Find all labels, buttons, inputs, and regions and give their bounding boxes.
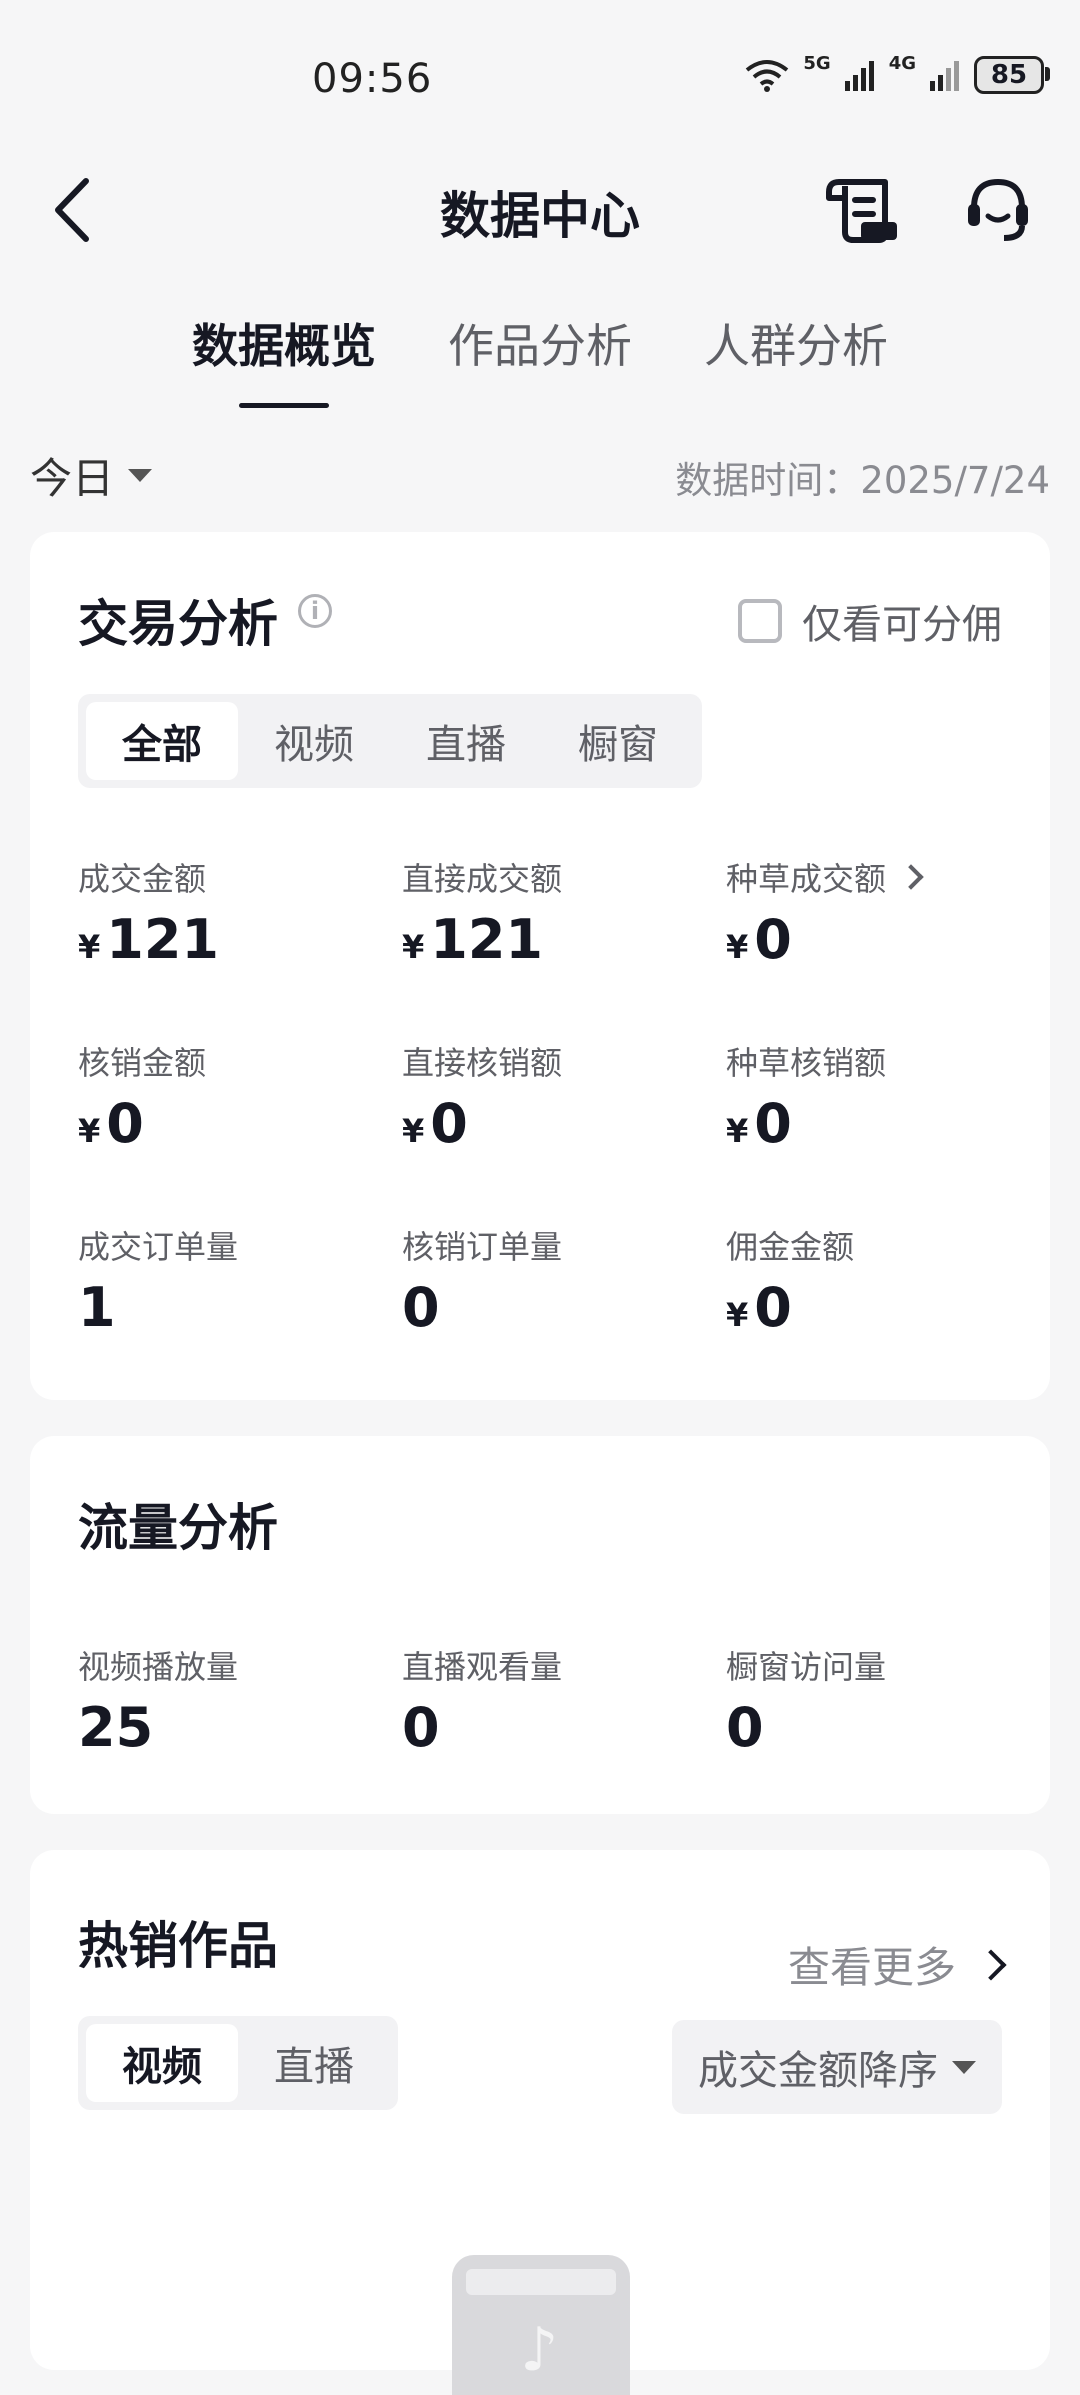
trade-analysis-title: 交易分析 xyxy=(78,595,278,653)
metric-seeding-verified[interactable]: 种草核销额 ¥0 xyxy=(726,1038,1046,1155)
caret-down-icon xyxy=(952,2060,976,2074)
metric-live-views[interactable]: 直播观看量 0 xyxy=(402,1642,722,1759)
metric-value: 0 xyxy=(726,1696,764,1759)
metric-label: 成交金额 xyxy=(78,860,207,898)
metric-label: 种草成交额 xyxy=(726,860,887,898)
currency-symbol: ¥ xyxy=(78,1112,101,1150)
commission-only-toggle[interactable]: 仅看可分佣 xyxy=(738,592,1002,650)
checkbox[interactable] xyxy=(738,599,782,643)
metric-label: 直接核销额 xyxy=(402,1044,563,1082)
metric-label: 橱窗访问量 xyxy=(726,1648,887,1686)
headset-icon xyxy=(968,178,1028,241)
empty-state-icon xyxy=(452,2255,630,2395)
sort-dropdown[interactable]: 成交金额降序 xyxy=(672,2020,1002,2114)
segment-live[interactable]: 直播 xyxy=(238,2024,390,2102)
traffic-analysis-card: 流量分析 视频播放量 25 直播观看量 0 橱窗访问量 0 xyxy=(30,1436,1050,1814)
signal-icon xyxy=(844,61,874,91)
tab-overview[interactable]: 数据概览 xyxy=(192,310,376,408)
segment-showcase[interactable]: 橱窗 xyxy=(542,702,694,780)
metric-label: 视频播放量 xyxy=(78,1648,239,1686)
metric-value: 0 xyxy=(106,1092,144,1155)
metric-orders[interactable]: 成交订单量 1 xyxy=(78,1222,398,1339)
chevron-left-icon xyxy=(55,178,89,242)
status-icons: 5G 4G 85 xyxy=(745,52,1050,94)
period-label: 今日 xyxy=(30,454,115,503)
metric-value: 0 xyxy=(430,1092,468,1155)
metric-label: 直接成交额 xyxy=(402,860,563,898)
signal-icon xyxy=(930,61,959,91)
metric-label: 核销订单量 xyxy=(402,1228,563,1266)
segment-video[interactable]: 视频 xyxy=(238,702,390,780)
customer-service-button[interactable] xyxy=(958,170,1038,250)
tab-audience-analysis[interactable]: 人群分析 xyxy=(704,310,888,396)
trade-analysis-card: 交易分析 i 仅看可分佣 全部 视频 直播 橱窗 成交金额 ¥121 直接成交额… xyxy=(30,532,1050,1400)
caret-down-icon xyxy=(128,469,153,482)
segment-video[interactable]: 视频 xyxy=(86,2024,238,2102)
metric-direct-verified[interactable]: 直接核销额 ¥0 xyxy=(402,1038,722,1155)
segment-live[interactable]: 直播 xyxy=(390,702,542,780)
commission-only-label: 仅看可分佣 xyxy=(802,602,1002,648)
traffic-analysis-title: 流量分析 xyxy=(78,1499,278,1557)
main-tabs: 数据概览 作品分析 人群分析 xyxy=(0,310,1080,408)
wifi-icon xyxy=(746,60,789,92)
metric-label: 核销金额 xyxy=(78,1044,207,1082)
sort-label: 成交金额降序 xyxy=(698,2048,938,2094)
currency-symbol: ¥ xyxy=(726,1112,749,1150)
metric-video-views[interactable]: 视频播放量 25 xyxy=(78,1642,398,1759)
metric-verified-orders[interactable]: 核销订单量 0 xyxy=(402,1222,722,1339)
info-icon[interactable]: i xyxy=(298,594,332,628)
metric-commission[interactable]: 佣金金额 ¥0 xyxy=(726,1222,1046,1339)
metric-label: 直播观看量 xyxy=(402,1648,563,1686)
hot-segment-control: 视频 直播 xyxy=(78,2016,398,2110)
metric-value: 0 xyxy=(402,1276,440,1339)
period-dropdown[interactable]: 今日 xyxy=(30,445,153,506)
metric-value: 0 xyxy=(754,908,792,971)
back-button[interactable] xyxy=(50,170,120,250)
metric-value: 121 xyxy=(430,908,543,971)
battery-level: 85 xyxy=(990,60,1028,90)
metric-seeding-gmv[interactable]: 种草成交额 ¥0 xyxy=(726,854,1046,971)
order-list-button[interactable] xyxy=(822,170,902,250)
data-time: 数据时间：2025/7/24 xyxy=(675,459,1050,502)
status-time: 09:56 xyxy=(312,56,433,102)
receipt-icon xyxy=(826,179,897,243)
trade-segment-control: 全部 视频 直播 橱窗 xyxy=(78,694,702,788)
currency-symbol: ¥ xyxy=(402,1112,425,1150)
currency-symbol: ¥ xyxy=(402,928,425,966)
hot-works-card: 热销作品 查看更多 视频 直播 成交金额降序 xyxy=(30,1850,1050,2395)
view-more-link[interactable]: 查看更多 xyxy=(787,1934,1007,1995)
metric-label: 种草核销额 xyxy=(726,1044,887,1082)
chevron-right-icon xyxy=(975,1948,1007,1981)
metric-value: 121 xyxy=(106,908,219,971)
view-more-label: 查看更多 xyxy=(787,1943,956,1992)
signal-4g-label: 4G xyxy=(888,52,916,74)
metric-value: 0 xyxy=(402,1696,440,1759)
currency-symbol: ¥ xyxy=(726,1296,749,1334)
metric-value: 1 xyxy=(78,1276,116,1339)
metric-showcase-visits[interactable]: 橱窗访问量 0 xyxy=(726,1642,1046,1759)
hot-works-title: 热销作品 xyxy=(78,1917,278,1975)
page-title: 数据中心 xyxy=(440,187,640,245)
tab-works-analysis[interactable]: 作品分析 xyxy=(448,310,632,396)
metric-label: 佣金金额 xyxy=(726,1228,855,1266)
metric-gmv[interactable]: 成交金额 ¥121 xyxy=(78,854,398,971)
metric-value: 0 xyxy=(754,1276,792,1339)
battery-icon: 85 xyxy=(974,56,1050,94)
metric-direct-gmv[interactable]: 直接成交额 ¥121 xyxy=(402,854,722,971)
currency-symbol: ¥ xyxy=(78,928,101,966)
metric-label: 成交订单量 xyxy=(78,1228,239,1266)
segment-all[interactable]: 全部 xyxy=(86,702,238,780)
chevron-right-icon xyxy=(898,864,924,890)
metric-verified-amount[interactable]: 核销金额 ¥0 xyxy=(78,1038,398,1155)
currency-symbol: ¥ xyxy=(726,928,749,966)
metric-value: 0 xyxy=(754,1092,792,1155)
metric-value: 25 xyxy=(78,1696,154,1759)
signal-5g-label: 5G xyxy=(803,52,831,74)
